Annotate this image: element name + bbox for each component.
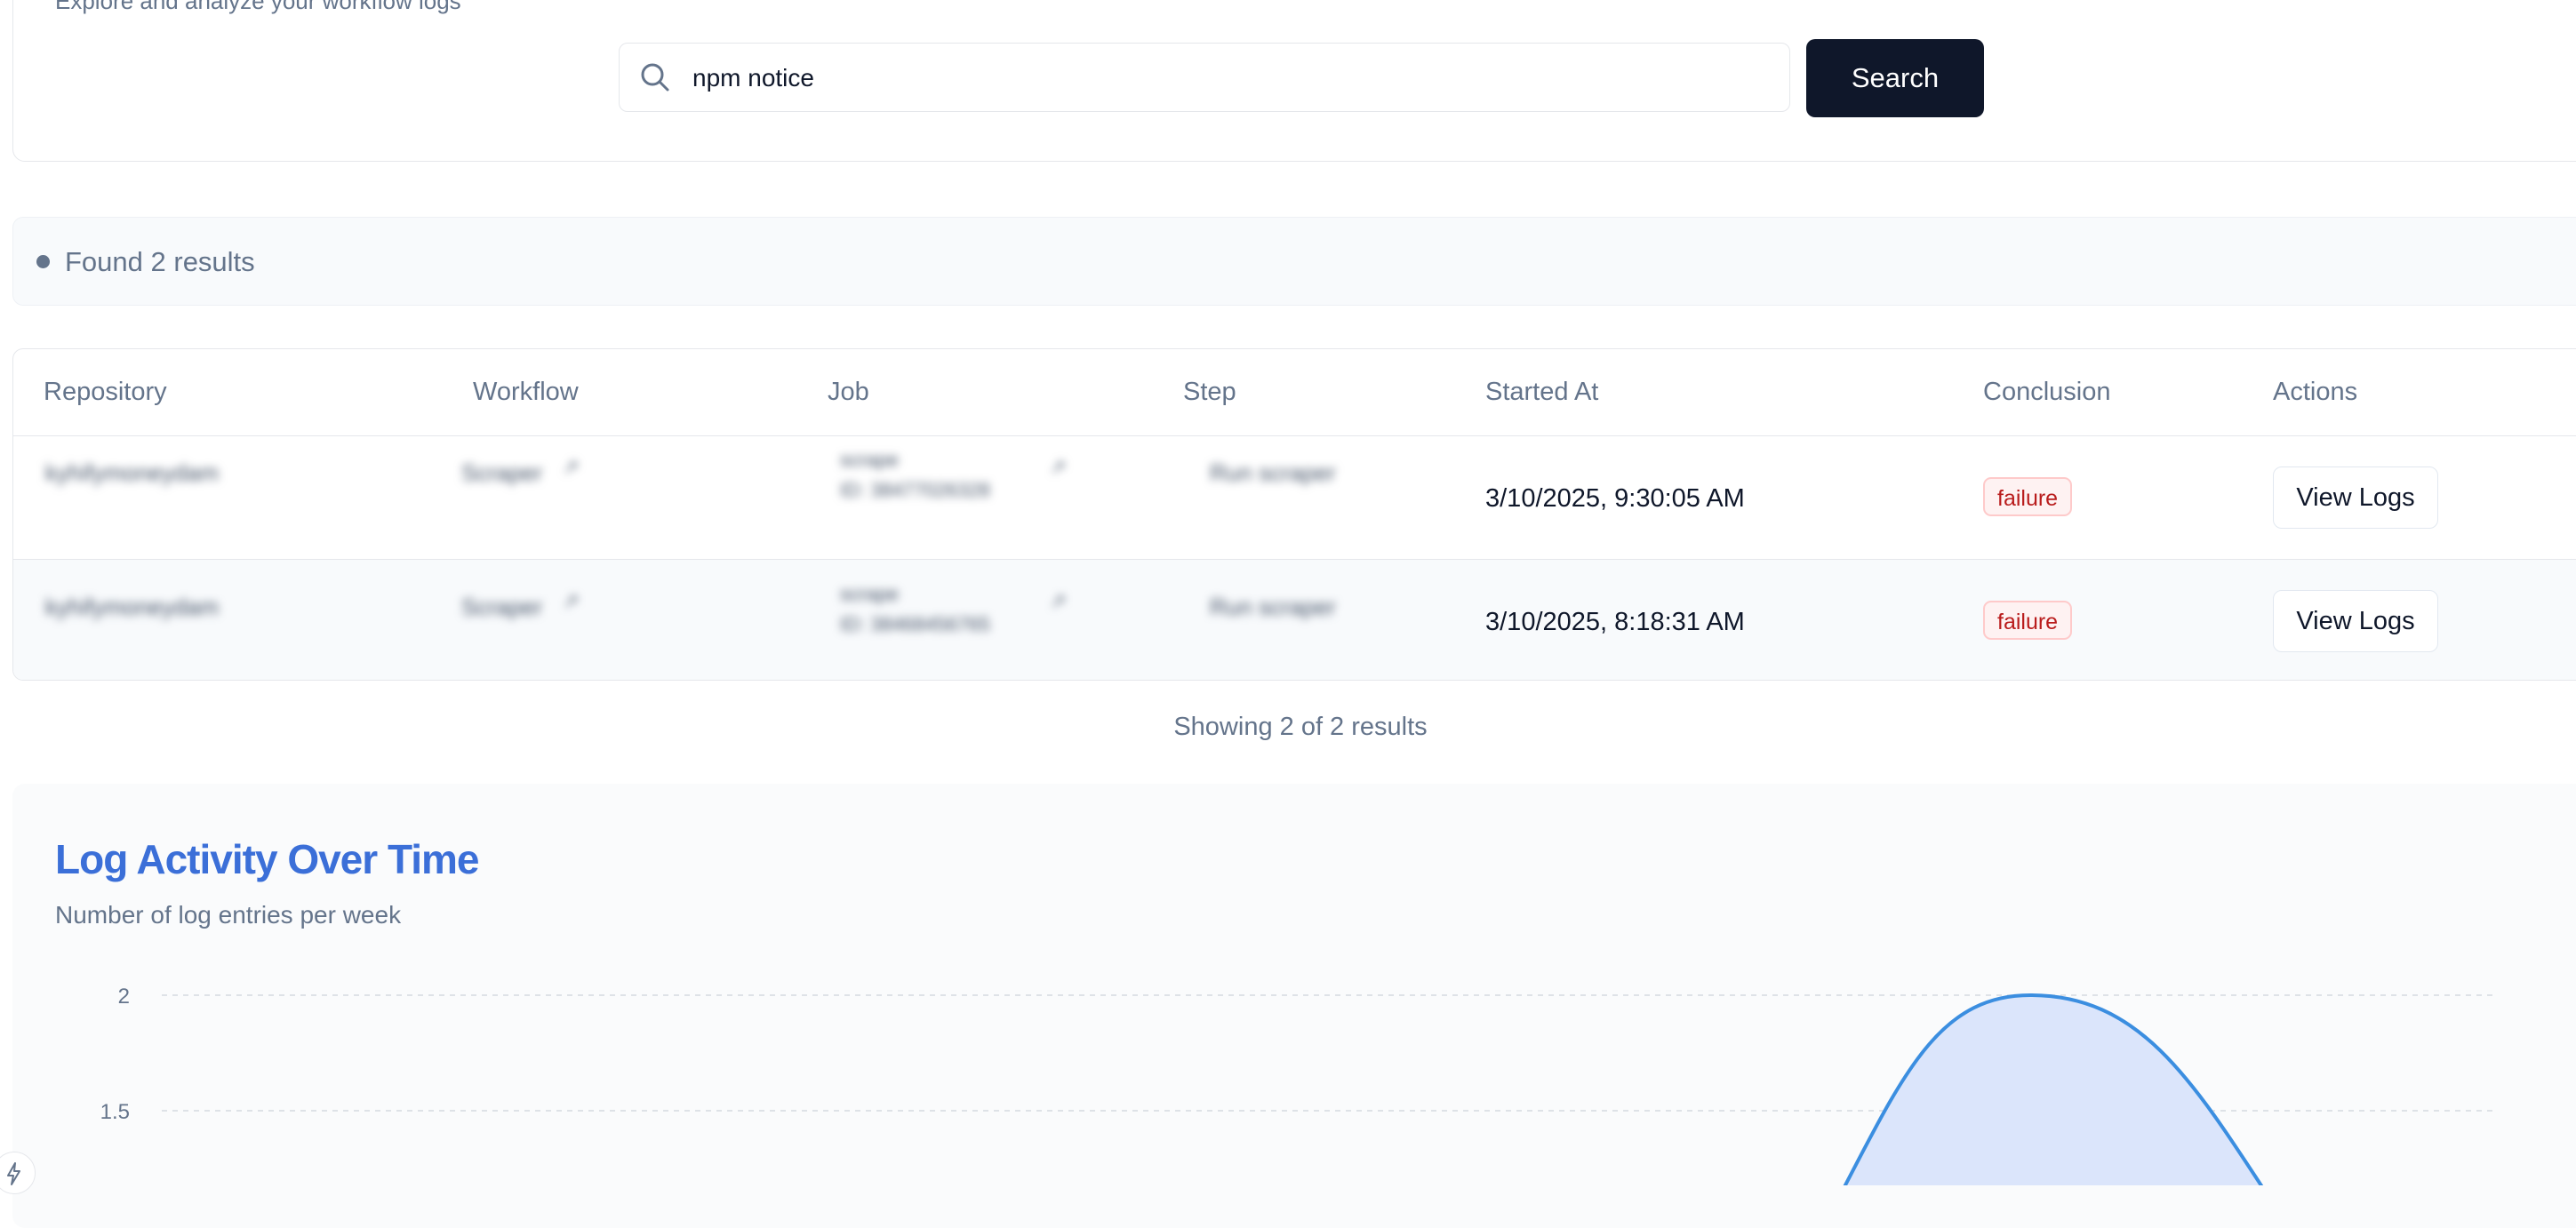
external-link-icon[interactable]: ↗ [563,456,579,479]
chart-title: Log Activity Over Time [55,836,479,882]
column-header-repository: Repository [44,378,167,406]
column-header-step: Step [1183,378,1236,406]
workflow-cell[interactable]: Scraper [461,459,542,487]
column-header-conclusion: Conclusion [1983,378,2111,406]
results-table: Repository Workflow Job Step Started At … [12,348,2576,681]
repository-cell[interactable]: kyhifymoneydam [45,594,219,621]
column-header-workflow: Workflow [473,378,579,406]
y-tick-label: 1.5 [100,1100,130,1124]
search-field[interactable] [619,43,1790,113]
workflow-cell[interactable]: Scraper [461,594,542,621]
results-summary-bar: Found 2 results [12,217,2576,306]
started-at-cell: 3/10/2025, 8:18:31 AM [1485,608,1745,636]
chart-subtitle: Number of log entries per week [55,901,402,929]
job-id: ID: 38468456765 [840,613,990,635]
search-button[interactable]: Search [1806,39,1984,117]
job-name[interactable]: scrape [840,449,899,472]
conclusion-badge: failure [1983,477,2073,516]
pagination-summary: Showing 2 of 2 results [1173,713,1428,741]
y-tick-label: 2 [118,985,130,1009]
search-icon [641,63,669,92]
repository-cell[interactable]: kyhifymoneydam [45,459,219,487]
external-link-icon[interactable]: ↗ [563,590,579,613]
table-header: Repository Workflow Job Step Started At … [13,349,2576,436]
started-at-cell: 3/10/2025, 9:30:05 AM [1485,484,1745,513]
column-header-job: Job [828,378,869,406]
series-area [1844,995,2261,1185]
results-summary: Found 2 results [65,246,255,277]
log-activity-chart: 21.5 [100,985,2492,1185]
bolt-icon [7,1162,20,1185]
view-logs-button[interactable]: View Logs [2273,590,2438,652]
conclusion-badge: failure [1983,601,2073,640]
column-header-started-at: Started At [1485,378,1599,406]
job-name[interactable]: scrape [840,583,899,606]
column-header-actions: Actions [2273,378,2358,406]
job-id: ID: 38477026328 [840,479,990,501]
page-subtitle: Explore and analyze your workflow logs [55,0,461,14]
search-input[interactable] [691,44,1761,113]
view-logs-button[interactable]: View Logs [2273,466,2438,529]
external-link-icon[interactable]: ↗ [1050,456,1066,479]
bolt-icon-button[interactable] [0,1152,36,1194]
table-row: kyhifymoneydam Scraper ↗ scrape ID: 3847… [13,436,2576,560]
status-dot-icon [36,255,50,268]
table-row: kyhifymoneydam Scraper ↗ scrape ID: 3846… [13,560,2576,680]
external-link-icon[interactable]: ↗ [1050,590,1066,613]
step-cell: Run scraper [1210,594,1336,620]
step-cell: Run scraper [1210,459,1336,486]
